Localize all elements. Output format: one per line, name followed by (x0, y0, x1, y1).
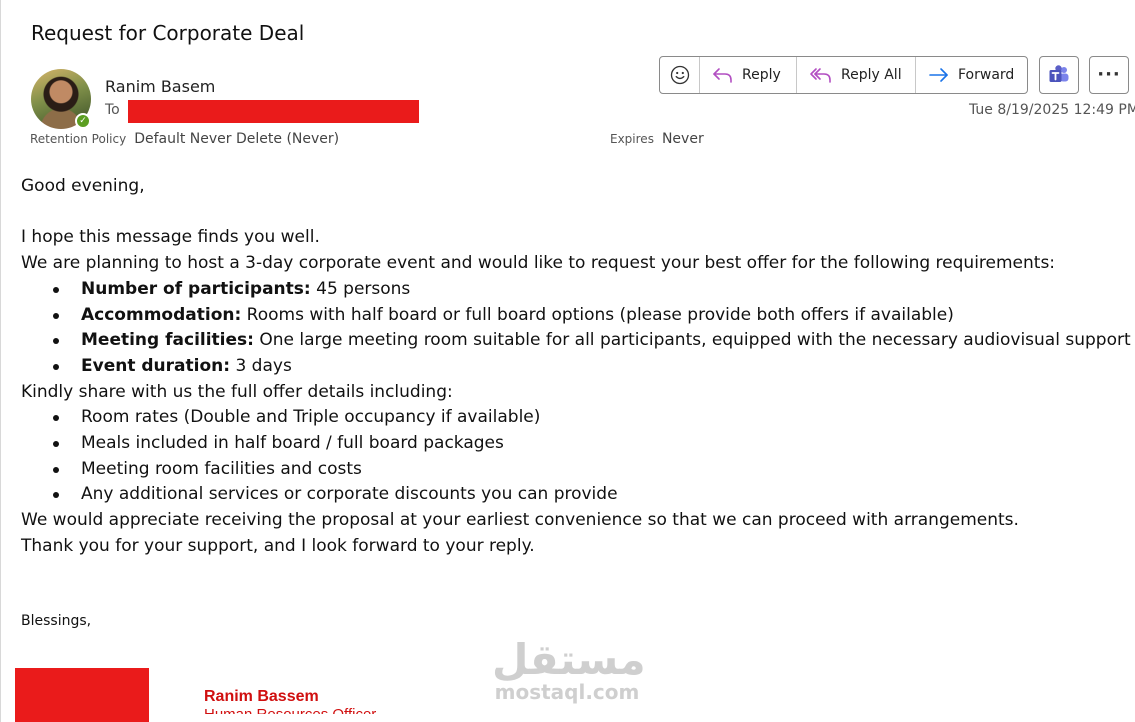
expires-value: Never (661, 131, 704, 147)
item-label: Meeting facilities: (81, 330, 254, 351)
signature-name: Ranim Bassem (204, 688, 319, 705)
item-text: Rooms with half board or full board opti… (241, 304, 954, 325)
forward-icon (929, 68, 948, 82)
requirements-list: Number of participants: 45 persons Accom… (21, 277, 1131, 380)
item-label: Number of participants: (81, 278, 311, 299)
smiley-icon (670, 65, 689, 85)
greeting: Good evening, (21, 176, 145, 196)
list-item: Any additional services or corporate dis… (21, 482, 1131, 508)
body-line: We would appreciate receiving the propos… (21, 510, 1019, 531)
watermark-arabic: مستقل (492, 635, 646, 684)
retention-policy: Retention Policy Default Never Delete (Ne… (30, 131, 339, 147)
forward-label: Forward (958, 67, 1015, 83)
reply-label: Reply (742, 67, 781, 83)
reply-all-icon (810, 68, 831, 83)
body-line: I hope this message finds you well. (21, 227, 320, 248)
forward-button[interactable]: Forward (916, 57, 1027, 93)
details-list: Room rates (Double and Triple occupancy … (21, 405, 1131, 508)
item-label: Event duration: (81, 355, 231, 376)
reply-icon (713, 68, 732, 83)
body-line: Thank you for your support, and I look f… (21, 535, 535, 556)
list-item: Accommodation: Rooms with half board or … (21, 303, 1131, 329)
retention-value: Default Never Delete (Never) (134, 131, 340, 147)
retention-label: Retention Policy (30, 132, 127, 146)
body-line: We are planning to host a 3-day corporat… (21, 253, 1056, 274)
signature-title-clip: Human Resources Officer (204, 706, 376, 714)
reaction-button[interactable] (660, 57, 700, 93)
expires-label: Expires (610, 132, 654, 146)
list-item: Meeting facilities: One large meeting ro… (21, 328, 1131, 354)
to-label: To (105, 102, 120, 118)
message-actions: Reply Reply All Forward (659, 56, 1028, 94)
teams-chat-button[interactable] (1039, 56, 1079, 94)
email-subject: Request for Corporate Deal (31, 21, 305, 45)
more-actions-button[interactable]: ··· (1089, 56, 1129, 94)
more-icon: ··· (1097, 64, 1121, 85)
watermark-latin: mostaql.com (494, 680, 640, 704)
presence-available-icon: ✓ (75, 113, 91, 129)
list-item: Event duration: 3 days (21, 354, 1131, 380)
pane-border (0, 0, 1, 722)
list-item: Meals included in half board / full boar… (21, 431, 1131, 457)
body-line: Kindly share with us the full offer deta… (21, 381, 453, 402)
recipient-redacted (128, 100, 419, 123)
item-label: Accommodation: (81, 304, 242, 325)
teams-icon (1049, 65, 1069, 82)
reply-all-label: Reply All (841, 67, 902, 83)
item-text: 45 persons (310, 278, 411, 299)
email-date: Tue 8/19/2025 12:49 PM (969, 102, 1135, 118)
item-text: 3 days (230, 355, 292, 376)
expires: Expires Never (610, 131, 704, 147)
closing: Blessings, (21, 613, 92, 629)
email-body: Good evening, I hope this message finds … (21, 174, 1131, 560)
reply-all-button[interactable]: Reply All (797, 57, 916, 93)
signature-logo-redacted (15, 668, 149, 722)
item-text: One large meeting room suitable for all … (253, 330, 1131, 351)
signature-title: Human Resources Officer (204, 706, 376, 714)
sender-name[interactable]: Ranim Basem (105, 77, 215, 96)
watermark-logo: مستقل mostaql.com (492, 635, 646, 704)
list-item: Meeting room facilities and costs (21, 457, 1131, 483)
reply-button[interactable]: Reply (700, 57, 797, 93)
list-item: Number of participants: 45 persons (21, 277, 1131, 303)
list-item: Room rates (Double and Triple occupancy … (21, 405, 1131, 431)
